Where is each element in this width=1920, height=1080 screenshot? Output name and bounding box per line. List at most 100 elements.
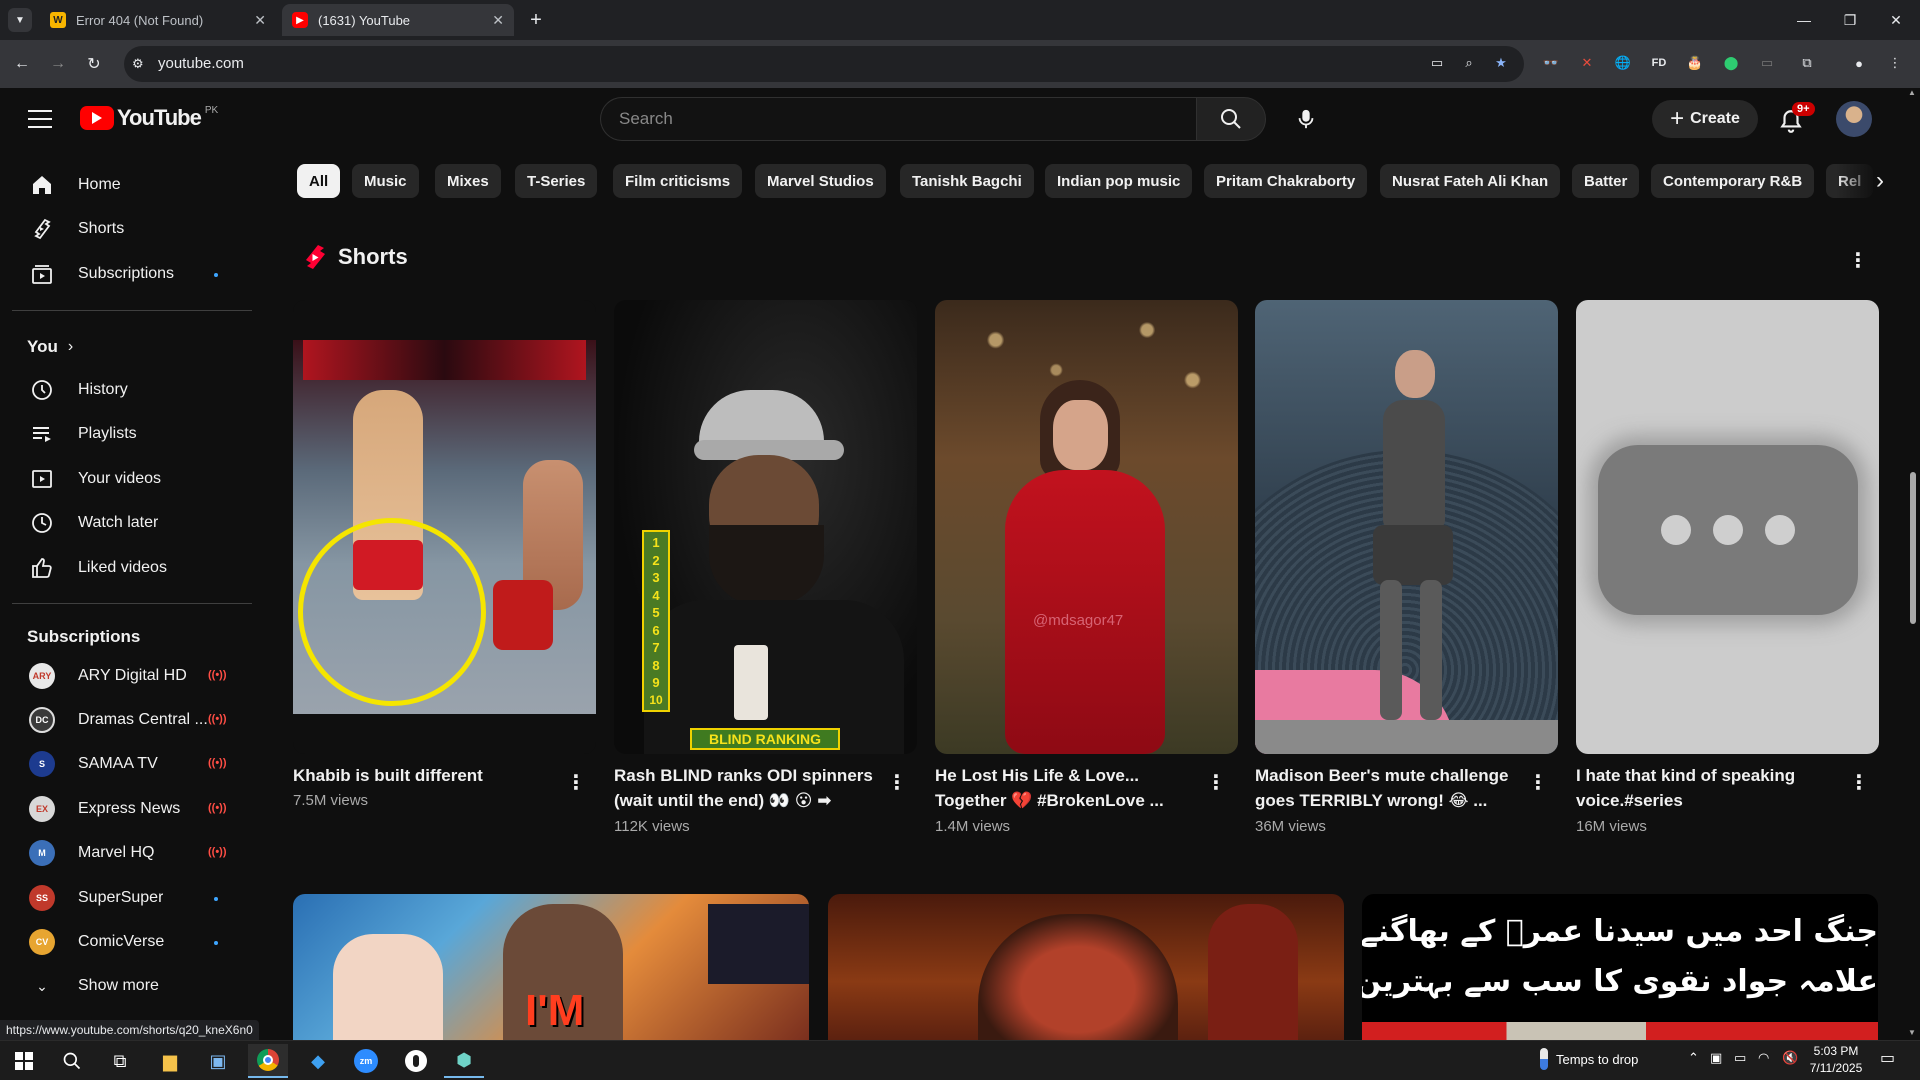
short-thumbnail[interactable]	[1255, 300, 1558, 754]
chip-mixes[interactable]: Mixes	[435, 164, 501, 198]
short-thumbnail[interactable]	[1576, 300, 1879, 754]
voice-search-button[interactable]	[1284, 97, 1328, 141]
zoom-icon[interactable]: ⌕	[1458, 52, 1480, 74]
subscription-ary-digital[interactable]: ARY ARY Digital HD	[12, 656, 240, 696]
shelf-more-button[interactable]: ⋮	[1846, 248, 1870, 272]
system-clock[interactable]: 5:03 PM 7/11/2025	[1806, 1043, 1866, 1077]
create-button[interactable]: + Create	[1652, 100, 1758, 138]
guide-menu-button[interactable]	[26, 106, 54, 132]
extension-fd-icon[interactable]: FD	[1648, 52, 1670, 74]
youtube-logo[interactable]: YouTube PK	[80, 105, 218, 131]
search-input[interactable]: Search	[600, 97, 1196, 141]
reload-button[interactable]: ↻	[80, 50, 108, 78]
tray-app-icon[interactable]: ▣	[1710, 1050, 1722, 1066]
cast-icon[interactable]: ▭	[1426, 52, 1448, 74]
new-tab-button[interactable]: +	[524, 8, 548, 32]
sidebar-item-home[interactable]: Home	[12, 165, 240, 205]
site-info-icon[interactable]: ⚙	[132, 56, 144, 72]
subscription-supersuper[interactable]: SS SuperSuper	[12, 878, 240, 918]
extension-green-icon[interactable]: ⬤	[1720, 52, 1742, 74]
search-taskbar-button[interactable]	[52, 1044, 92, 1078]
short-more-button[interactable]: ⋮	[887, 770, 907, 794]
short-thumbnail[interactable]: 1 2 3 4 5 6 7 8 9 10 BLIND RANKING	[614, 300, 917, 754]
chip-contemporary-rnb[interactable]: Contemporary R&B	[1651, 164, 1815, 198]
vscode-button[interactable]: ◆	[298, 1044, 338, 1078]
profile-avatar-icon[interactable]: ●	[1848, 52, 1870, 74]
back-button[interactable]: ←	[8, 50, 36, 78]
task-view-button[interactable]: ⧉	[100, 1044, 140, 1078]
address-bar[interactable]	[124, 46, 1524, 82]
chip-batter[interactable]: Batter	[1572, 164, 1640, 198]
notification-center-icon[interactable]: ▭	[1880, 1048, 1895, 1068]
app-button[interactable]: ⬢	[444, 1044, 484, 1078]
video-thumbnail[interactable]: I'M	[293, 894, 809, 1040]
close-icon[interactable]: ✕	[492, 12, 504, 29]
chip-pritam-chakraborty[interactable]: Pritam Chakraborty	[1204, 164, 1368, 198]
close-window-button[interactable]: ✕	[1873, 0, 1919, 40]
chip-marvel-studios[interactable]: Marvel Studios	[755, 164, 886, 198]
video-thumbnail[interactable]	[828, 894, 1344, 1040]
subscription-comicverse[interactable]: CV ComicVerse	[12, 922, 240, 962]
chevron-up-icon[interactable]: ⌃	[1688, 1050, 1699, 1066]
app-button[interactable]	[396, 1044, 436, 1078]
short-title[interactable]: Rash BLIND ranks ODI spinners (wait unti…	[614, 763, 874, 813]
chip-t-series[interactable]: T-Series	[515, 164, 598, 198]
chip-all[interactable]: All	[297, 164, 341, 198]
scroll-up-arrow-icon[interactable]: ▲	[1908, 88, 1916, 97]
restore-button[interactable]: ❐	[1827, 0, 1873, 40]
sidebar-you-heading[interactable]: You ›	[27, 337, 73, 357]
chrome-button[interactable]	[248, 1044, 288, 1078]
short-more-button[interactable]: ⋮	[566, 770, 586, 794]
short-more-button[interactable]: ⋮	[1849, 770, 1869, 794]
short-title[interactable]: I hate that kind of speaking voice.#seri…	[1576, 763, 1836, 813]
extension-globe-icon[interactable]: 🌐	[1612, 52, 1634, 74]
speaker-muted-icon[interactable]: 🔇	[1782, 1050, 1798, 1066]
wifi-icon[interactable]: ◠	[1758, 1050, 1769, 1066]
battery-icon[interactable]: ▭	[1734, 1050, 1746, 1066]
sidebar-item-shorts[interactable]: Shorts	[12, 209, 240, 249]
extension-glasses-icon[interactable]: 👓	[1540, 52, 1562, 74]
chip-music[interactable]: Music	[352, 164, 419, 198]
short-thumbnail[interactable]: @mdsagor47	[935, 300, 1238, 754]
subscription-express-news[interactable]: EX Express News	[12, 789, 240, 829]
chips-next-button[interactable]: ›	[1862, 163, 1898, 199]
close-icon[interactable]: ✕	[254, 12, 266, 29]
subscription-samaa-tv[interactable]: S SAMAA TV	[12, 744, 240, 784]
sidebar-item-watch-later[interactable]: Watch later	[12, 503, 240, 543]
sidebar-item-liked-videos[interactable]: Liked videos	[12, 548, 240, 588]
short-title[interactable]: Khabib is built different	[293, 763, 553, 788]
extension-cake-icon[interactable]: 🎂	[1684, 52, 1706, 74]
tab-search-button[interactable]: ▼	[8, 8, 32, 32]
extensions-puzzle-icon[interactable]: ⧉	[1796, 52, 1818, 74]
weather-widget[interactable]: Temps to drop	[1540, 1048, 1638, 1070]
short-thumbnail[interactable]	[293, 300, 596, 754]
short-more-button[interactable]: ⋮	[1206, 770, 1226, 794]
file-explorer-button[interactable]: ▆	[150, 1044, 190, 1078]
store-button[interactable]: ▣	[198, 1044, 238, 1078]
chip-nusrat-fateh-ali-khan[interactable]: Nusrat Fateh Ali Khan	[1380, 164, 1561, 198]
sidebar-item-your-videos[interactable]: Your videos	[12, 459, 240, 499]
sidebar-item-subscriptions[interactable]: Subscriptions	[12, 254, 240, 294]
browser-menu-icon[interactable]: ⋮	[1884, 52, 1906, 74]
search-button[interactable]	[1196, 97, 1266, 141]
show-more-button[interactable]: ⌄ Show more	[12, 966, 240, 1006]
sidebar-item-history[interactable]: History	[12, 370, 240, 410]
short-title[interactable]: He Lost His Life & Love... Together 💔 #B…	[935, 763, 1195, 813]
forward-button[interactable]: →	[44, 50, 72, 78]
extension-x-icon[interactable]: ✕	[1576, 52, 1598, 74]
short-more-button[interactable]: ⋮	[1528, 770, 1548, 794]
extension-battery-icon[interactable]: ▭	[1756, 52, 1778, 74]
start-button[interactable]	[4, 1044, 44, 1078]
subscription-marvel-hq[interactable]: M Marvel HQ	[12, 833, 240, 873]
chip-film-criticisms[interactable]: Film criticisms	[613, 164, 743, 198]
notifications-button[interactable]: 9+	[1776, 102, 1815, 136]
bookmark-star-icon[interactable]: ★	[1490, 52, 1512, 74]
minimize-button[interactable]: —	[1781, 0, 1827, 40]
zoom-app-button[interactable]: zm	[346, 1044, 386, 1078]
chip-indian-pop-music[interactable]: Indian pop music	[1045, 164, 1193, 198]
tab-error-404[interactable]: W Error 404 (Not Found) ✕	[40, 4, 276, 36]
scroll-down-arrow-icon[interactable]: ▼	[1908, 1028, 1916, 1037]
url-text[interactable]: youtube.com	[158, 55, 244, 72]
account-avatar[interactable]	[1836, 101, 1872, 137]
sidebar-item-playlists[interactable]: Playlists	[12, 414, 240, 454]
